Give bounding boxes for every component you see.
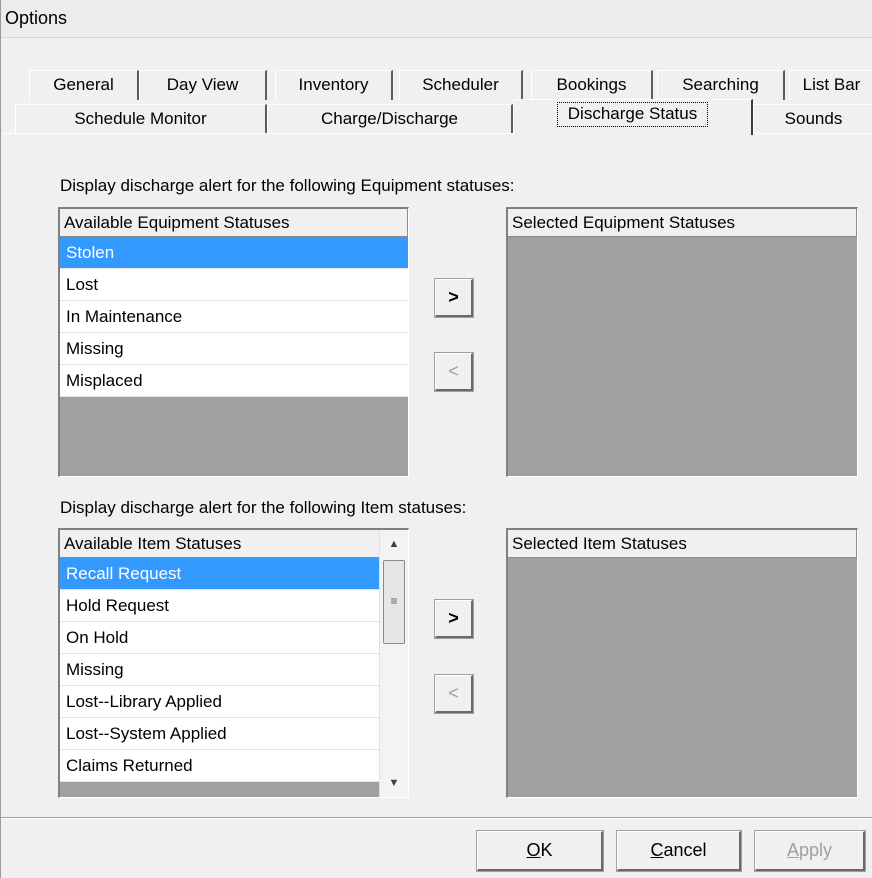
window-title: Options: [5, 8, 68, 28]
tab-bookings[interactable]: Bookings: [531, 70, 653, 100]
item-list-item[interactable]: Hold Request: [60, 590, 381, 622]
item-list-item[interactable]: Recall Request: [60, 558, 381, 590]
options-dialog: Options General Day View Inventory Sched…: [0, 0, 872, 878]
remove-equipment-status-button[interactable]: <: [434, 352, 474, 392]
item-list-item[interactable]: Lost--Library Applied: [60, 686, 381, 718]
item-list-item[interactable]: Lost--System Applied: [60, 718, 381, 750]
footer-divider: [1, 817, 872, 819]
scroll-up-arrow-icon[interactable]: ▲: [380, 530, 408, 558]
item-list-item[interactable]: On Hold: [60, 622, 381, 654]
tab-discharge-status[interactable]: Discharge Status: [513, 99, 753, 135]
tab-day-view[interactable]: Day View: [139, 70, 267, 100]
selected-item-list[interactable]: Selected Item Statuses: [506, 528, 858, 798]
available-item-header: Available Item Statuses: [60, 530, 381, 558]
tab-inventory[interactable]: Inventory: [275, 70, 393, 100]
item-list-item[interactable]: Missing: [60, 654, 381, 686]
equipment-list-item[interactable]: Stolen: [60, 237, 408, 269]
tab-scheduler[interactable]: Scheduler: [399, 70, 523, 100]
equipment-caption: Display discharge alert for the followin…: [60, 176, 515, 195]
add-equipment-status-button[interactable]: >: [434, 278, 474, 318]
equipment-list-item[interactable]: Lost: [60, 269, 408, 301]
tab-charge-discharge[interactable]: Charge/Discharge: [267, 104, 513, 134]
scroll-down-arrow-icon[interactable]: ▼: [380, 769, 408, 797]
tab-list-bar[interactable]: List Bar: [789, 70, 872, 100]
item-caption: Display discharge alert for the followin…: [60, 498, 467, 517]
cancel-button[interactable]: Cancel: [616, 830, 742, 872]
tab-schedule-monitor[interactable]: Schedule Monitor: [15, 104, 267, 134]
ok-button[interactable]: OK: [476, 830, 604, 872]
equipment-list-item[interactable]: In Maintenance: [60, 301, 408, 333]
tab-general[interactable]: General: [29, 70, 139, 100]
selected-equipment-header: Selected Equipment Statuses: [508, 209, 857, 237]
selected-item-header: Selected Item Statuses: [508, 530, 857, 558]
item-list-item[interactable]: Claims Returned: [60, 750, 381, 782]
available-equipment-list[interactable]: Available Equipment Statuses Stolen Lost I…: [58, 207, 409, 477]
add-item-status-button[interactable]: >: [434, 599, 474, 639]
available-item-list[interactable]: Available Item Statuses Recall Request Ho…: [58, 528, 409, 798]
available-equipment-header: Available Equipment Statuses: [60, 209, 408, 237]
tab-searching[interactable]: Searching: [657, 70, 785, 100]
equipment-list-item[interactable]: Misplaced: [60, 365, 408, 397]
title-bar: Options: [1, 0, 872, 38]
item-list-scrollbar[interactable]: ▲ ≡ ▼: [379, 530, 408, 797]
discharge-status-panel: Display discharge alert for the followin…: [3, 133, 872, 817]
equipment-list-item[interactable]: Missing: [60, 333, 408, 365]
tab-sounds[interactable]: Sounds: [753, 104, 872, 134]
scroll-thumb[interactable]: ≡: [383, 560, 405, 644]
apply-button[interactable]: Apply: [754, 830, 866, 872]
remove-item-status-button[interactable]: <: [434, 674, 474, 714]
selected-equipment-list[interactable]: Selected Equipment Statuses: [506, 207, 858, 477]
